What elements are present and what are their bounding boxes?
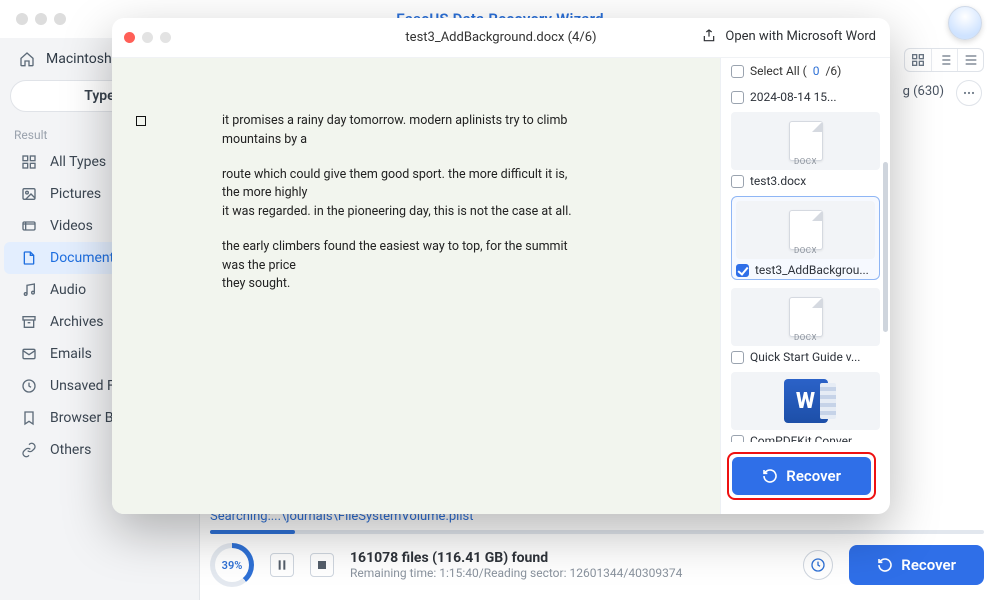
more-menu-button[interactable] xyxy=(956,80,982,106)
select-all-label: Select All ( xyxy=(750,64,807,78)
video-icon xyxy=(20,217,38,235)
file-ext: DOCX xyxy=(794,246,817,255)
view-mode-toggle[interactable] xyxy=(904,48,984,72)
file-item[interactable]: W ComPDFKit Conver... xyxy=(731,372,880,442)
detail-view-icon[interactable] xyxy=(957,49,983,71)
preview-line: they sought. xyxy=(222,276,290,291)
sidebar-item-label: Videos xyxy=(50,218,93,234)
modal-traffic-lights[interactable] xyxy=(124,32,171,43)
document-icon xyxy=(20,249,38,267)
sidebar-item-label: Emails xyxy=(50,346,92,362)
file-thumb: DOCX xyxy=(731,112,880,170)
docx-icon xyxy=(789,121,823,161)
preview-line: the early climbers found the easiest way… xyxy=(222,239,568,273)
file-item[interactable]: DOCX Quick Start Guide v... xyxy=(731,288,880,364)
image-icon xyxy=(20,185,38,203)
restore-icon xyxy=(762,468,778,484)
modal-recover-button[interactable]: Recover xyxy=(732,457,871,495)
file-name: Quick Start Guide v... xyxy=(750,350,860,364)
recover-highlight: Recover xyxy=(727,452,876,500)
home-icon xyxy=(18,50,36,68)
select-count: 0 xyxy=(813,64,820,78)
sidebar-item-label: Others xyxy=(50,442,91,458)
preview-line: it was regarded. in the pioneering day, … xyxy=(222,204,572,219)
restore-icon xyxy=(877,557,893,573)
sidebar-item-label: Documents xyxy=(50,250,121,266)
sidebar-item-label: Pictures xyxy=(50,186,101,202)
file-name: 2024-08-14 15... xyxy=(750,90,837,104)
breadcrumb-label: Macintosh xyxy=(46,51,112,67)
select-all-row[interactable]: Select All ( 0/6) xyxy=(721,58,890,86)
sidebar-item-label: All Types xyxy=(50,154,106,170)
docx-icon xyxy=(789,297,823,337)
open-with-label: Open with Microsoft Word xyxy=(725,29,876,44)
mascot-icon xyxy=(948,6,982,40)
scan-progress-bar xyxy=(210,530,984,534)
sidebar-item-label: Archives xyxy=(50,314,104,330)
stop-button[interactable] xyxy=(310,553,334,577)
file-thumb: DOCX xyxy=(736,201,875,259)
file-name: test3.docx xyxy=(750,174,806,188)
mail-icon xyxy=(20,345,38,363)
grid-icon xyxy=(20,153,38,171)
selection-handle-icon xyxy=(136,116,146,126)
file-item[interactable]: DOCX test3.docx xyxy=(731,112,880,188)
docx-icon xyxy=(789,210,823,250)
grid-view-icon[interactable] xyxy=(905,49,931,71)
file-name: test3_AddBackgrou... xyxy=(755,263,869,277)
close-icon[interactable] xyxy=(124,32,135,43)
clock-icon xyxy=(20,377,38,395)
preview-modal: test3_AddBackground.docx (4/6) Open with… xyxy=(112,18,890,514)
modal-recover-label: Recover xyxy=(786,467,841,485)
file-checkbox[interactable] xyxy=(731,175,744,188)
file-thumbnails[interactable]: 2024-08-14 15... DOCX test3.docx DOCX te… xyxy=(721,86,890,442)
history-button[interactable] xyxy=(803,550,833,580)
progress-ring: 39% xyxy=(210,543,254,587)
share-icon xyxy=(701,28,717,44)
preview-line: route which could give them good sport. … xyxy=(222,167,567,201)
document-preview: it promises a rainy day tomorrow. modern… xyxy=(112,58,720,514)
found-count: 161078 files (116.41 GB) found xyxy=(350,550,787,566)
progress-percent: 39% xyxy=(222,559,243,572)
status-bar: 39% 161078 files (116.41 GB) found Remai… xyxy=(210,538,984,592)
recover-button[interactable]: Recover xyxy=(849,545,984,585)
preview-line: it promises a rainy day tomorrow. modern… xyxy=(222,112,582,150)
file-thumb: W xyxy=(731,372,880,430)
file-checkbox[interactable] xyxy=(731,351,744,364)
file-list-panel: Select All ( 0/6) 2024-08-14 15... DOCX t… xyxy=(720,58,890,514)
scan-details: Remaining time: 1:15:40/Reading sector: … xyxy=(350,566,787,580)
music-icon xyxy=(20,281,38,299)
file-name: ComPDFKit Conver... xyxy=(750,434,861,442)
file-item-active[interactable]: DOCX test3_AddBackgrou... xyxy=(731,196,880,280)
select-all-checkbox[interactable] xyxy=(731,65,744,78)
pause-button[interactable] xyxy=(270,553,294,577)
open-with-button[interactable]: Open with Microsoft Word xyxy=(701,28,876,44)
select-total: /6) xyxy=(825,64,841,78)
file-thumb: DOCX xyxy=(731,288,880,346)
file-checkbox[interactable] xyxy=(731,435,744,443)
file-checkbox[interactable] xyxy=(731,91,744,104)
file-ext: DOCX xyxy=(794,157,817,166)
list-view-icon[interactable] xyxy=(931,49,957,71)
file-item[interactable]: 2024-08-14 15... xyxy=(731,86,880,104)
filter-badge: g (630) xyxy=(903,84,944,99)
word-icon: W xyxy=(784,379,828,423)
link-icon xyxy=(20,441,38,459)
archive-icon xyxy=(20,313,38,331)
file-checkbox[interactable] xyxy=(736,264,749,277)
sidebar-item-label: Audio xyxy=(50,282,86,298)
recover-button-label: Recover xyxy=(901,556,956,574)
bookmark-icon xyxy=(20,409,38,427)
scrollbar[interactable] xyxy=(883,86,888,442)
file-ext: DOCX xyxy=(794,333,817,342)
modal-header: test3_AddBackground.docx (4/6) Open with… xyxy=(112,18,890,58)
